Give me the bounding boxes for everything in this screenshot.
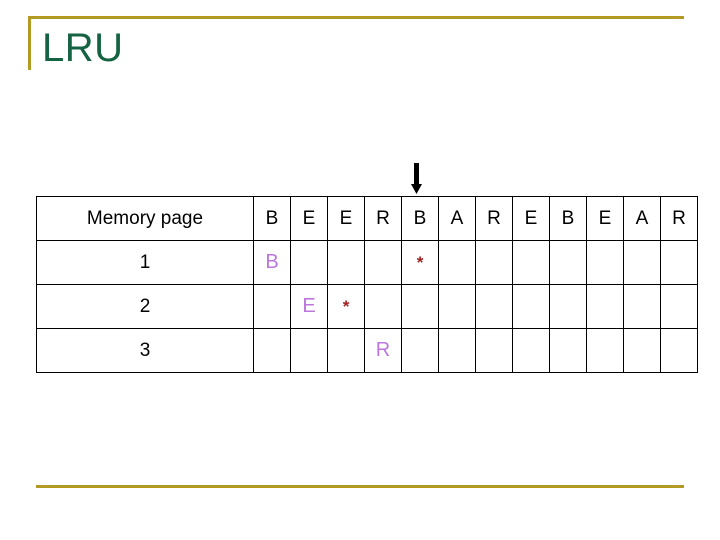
row-label-cell-2: 2 bbox=[36, 284, 254, 329]
frame-cell-3-11 bbox=[660, 328, 698, 373]
table-body: Memory page B E E R B A R E B E A R 1 B … bbox=[36, 196, 698, 373]
frame-cell-1-9 bbox=[586, 240, 624, 285]
table-row: 3 R bbox=[36, 328, 698, 373]
bottom-rule bbox=[36, 485, 684, 488]
frame-cell-3-2 bbox=[327, 328, 365, 373]
frame-cell-1-2 bbox=[327, 240, 365, 285]
frame-cell-1-3 bbox=[364, 240, 402, 285]
header-memory-page-label: Memory page bbox=[86, 207, 204, 229]
top-rule bbox=[28, 16, 684, 19]
header-memory-page-cell: Memory page bbox=[36, 196, 254, 241]
page-title: LRU bbox=[42, 26, 124, 70]
reference-cell-9: E bbox=[586, 196, 624, 241]
reference-cell-4: B bbox=[401, 196, 439, 241]
row-label-cell-3: 3 bbox=[36, 328, 254, 373]
frame-cell-1-7 bbox=[512, 240, 550, 285]
frame-cell-3-9 bbox=[586, 328, 624, 373]
frame-cell-3-6 bbox=[475, 328, 513, 373]
frame-cell-3-4 bbox=[401, 328, 439, 373]
frame-cell-1-10 bbox=[623, 240, 661, 285]
frame-cell-1-11 bbox=[660, 240, 698, 285]
frame-cell-2-5 bbox=[438, 284, 476, 329]
frame-cell-3-0 bbox=[253, 328, 291, 373]
frame-cell-3-7 bbox=[512, 328, 550, 373]
memory-page-table: Memory page B E E R B A R E B E A R 1 B … bbox=[36, 196, 698, 373]
frame-cell-1-6 bbox=[475, 240, 513, 285]
row-label-3: 3 bbox=[139, 339, 151, 361]
frame-cell-3-8 bbox=[549, 328, 587, 373]
left-rule bbox=[28, 16, 31, 70]
frame-cell-2-6 bbox=[475, 284, 513, 329]
frame-cell-2-4 bbox=[401, 284, 439, 329]
reference-cell-6: R bbox=[475, 196, 513, 241]
frame-cell-2-1: E bbox=[290, 284, 328, 329]
row-label-cell-1: 1 bbox=[36, 240, 254, 285]
frame-cell-1-4: * bbox=[401, 240, 439, 285]
frame-cell-2-3 bbox=[364, 284, 402, 329]
row-label-2: 2 bbox=[139, 295, 151, 317]
frame-cell-1-8 bbox=[549, 240, 587, 285]
frame-cell-3-5 bbox=[438, 328, 476, 373]
frame-cell-1-1 bbox=[290, 240, 328, 285]
reference-cell-0: B bbox=[253, 196, 291, 241]
frame-cell-2-0 bbox=[253, 284, 291, 329]
frame-cell-2-9 bbox=[586, 284, 624, 329]
table-row: 2 E * bbox=[36, 284, 698, 329]
frame-cell-2-7 bbox=[512, 284, 550, 329]
reference-cell-7: E bbox=[512, 196, 550, 241]
row-label-1: 1 bbox=[139, 251, 151, 273]
frame-cell-1-5 bbox=[438, 240, 476, 285]
reference-cell-1: E bbox=[290, 196, 328, 241]
frame-cell-3-1 bbox=[290, 328, 328, 373]
frame-cell-2-8 bbox=[549, 284, 587, 329]
table-row: 1 B * bbox=[36, 240, 698, 285]
frame-cell-2-2: * bbox=[327, 284, 365, 329]
frame-cell-2-10 bbox=[623, 284, 661, 329]
frame-cell-1-0: B bbox=[253, 240, 291, 285]
reference-cell-5: A bbox=[438, 196, 476, 241]
frame-cell-3-3: R bbox=[364, 328, 402, 373]
reference-cell-2: E bbox=[327, 196, 365, 241]
table-header-row: Memory page B E E R B A R E B E A R bbox=[36, 196, 698, 241]
reference-cell-11: R bbox=[660, 196, 698, 241]
frame-cell-3-10 bbox=[623, 328, 661, 373]
down-arrow-icon bbox=[408, 163, 426, 195]
reference-cell-10: A bbox=[623, 196, 661, 241]
reference-cell-8: B bbox=[549, 196, 587, 241]
frame-cell-2-11 bbox=[660, 284, 698, 329]
reference-cell-3: R bbox=[364, 196, 402, 241]
